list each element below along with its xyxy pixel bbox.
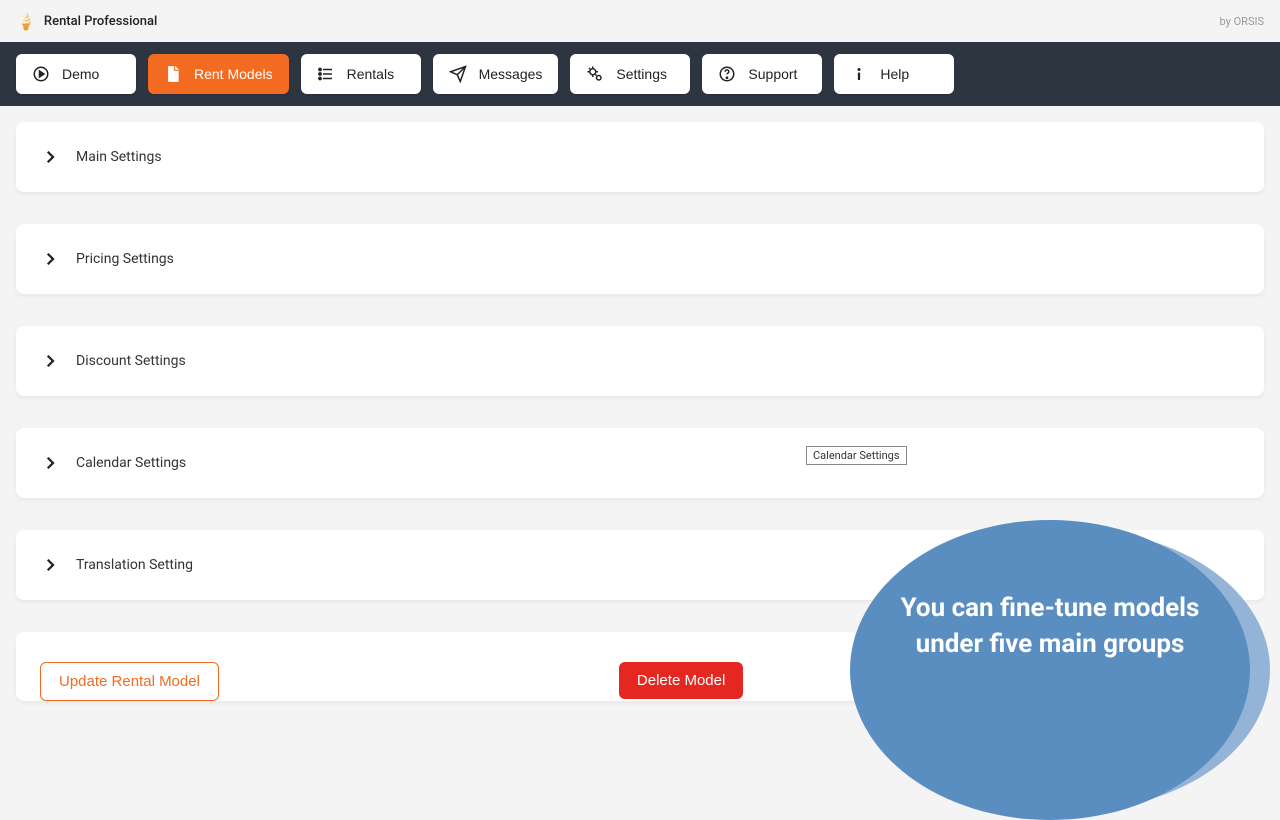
nav-label: Rent Models — [194, 66, 273, 82]
accordion-label: Discount Settings — [76, 353, 186, 369]
nav-messages[interactable]: Messages — [433, 54, 559, 94]
accordion-calendar-settings[interactable]: Calendar Settings Calendar Settings — [16, 428, 1264, 498]
navbar: Demo Rent Models Rentals Messages Settin… — [0, 42, 1280, 106]
accordion-label: Translation Setting — [76, 557, 193, 573]
delete-model-button[interactable]: Delete Model — [619, 662, 743, 699]
nav-rentals[interactable]: Rentals — [301, 54, 421, 94]
accordion-label: Pricing Settings — [76, 251, 174, 267]
chevron-right-icon — [40, 249, 60, 269]
app-logo-icon: 🍦 — [16, 12, 36, 31]
update-rental-model-button[interactable]: Update Rental Model — [40, 662, 219, 701]
nav-label: Support — [748, 66, 797, 82]
file-icon — [164, 65, 182, 83]
question-icon — [718, 65, 736, 83]
by-text: by ORSIS — [1220, 15, 1264, 28]
nav-label: Settings — [616, 66, 667, 82]
callout-bubble: You can fine-tune models under five main… — [850, 520, 1250, 820]
topbar: 🍦 Rental Professional by ORSIS — [0, 0, 1280, 42]
nav-support[interactable]: Support — [702, 54, 822, 94]
accordion-pricing-settings[interactable]: Pricing Settings — [16, 224, 1264, 294]
nav-label: Messages — [479, 66, 543, 82]
accordion-label: Calendar Settings — [76, 455, 186, 471]
accordion-label: Main Settings — [76, 149, 162, 165]
accordion-main-settings[interactable]: Main Settings — [16, 122, 1264, 192]
app-title: Rental Professional — [44, 14, 157, 29]
callout-text: You can fine-tune models under five main… — [850, 590, 1250, 663]
list-icon — [317, 65, 335, 83]
nav-label: Rentals — [347, 66, 394, 82]
nav-label: Demo — [62, 66, 99, 82]
nav-help[interactable]: Help — [834, 54, 954, 94]
chevron-right-icon — [40, 351, 60, 371]
nav-label: Help — [880, 66, 909, 82]
nav-demo[interactable]: Demo — [16, 54, 136, 94]
tooltip-calendar-settings: Calendar Settings — [806, 446, 907, 465]
gears-icon — [586, 65, 604, 83]
nav-settings[interactable]: Settings — [570, 54, 690, 94]
accordion-discount-settings[interactable]: Discount Settings — [16, 326, 1264, 396]
play-icon — [32, 65, 50, 83]
send-icon — [449, 65, 467, 83]
chevron-right-icon — [40, 147, 60, 167]
topbar-left: 🍦 Rental Professional — [16, 12, 157, 31]
info-icon — [850, 65, 868, 83]
chevron-right-icon — [40, 453, 60, 473]
chevron-right-icon — [40, 555, 60, 575]
nav-rent-models[interactable]: Rent Models — [148, 54, 289, 94]
